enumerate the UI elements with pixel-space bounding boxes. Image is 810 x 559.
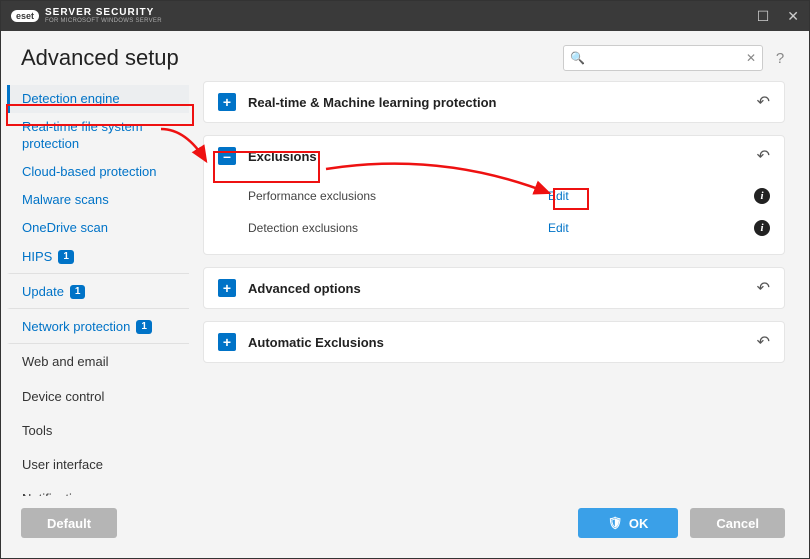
brand-line2: FOR MICROSOFT WINDOWS SERVER [45, 18, 162, 24]
sidebar-item-real-time-file-system-protection[interactable]: Real-time file system protection [7, 113, 189, 158]
panel-title: Real-time & Machine learning protection [248, 95, 745, 110]
sidebar-item-label: Tools [22, 423, 52, 439]
sidebar-item-update[interactable]: Update 1 [7, 273, 189, 306]
sidebar-item-cloud-based-protection[interactable]: Cloud-based protection [7, 158, 189, 186]
search-icon: 🔍 [570, 51, 585, 65]
sidebar: Detection engine Real-time file system pr… [7, 81, 189, 496]
info-icon[interactable]: i [754, 220, 770, 236]
sidebar-item-label: OneDrive scan [22, 220, 108, 236]
eset-badge: eset [11, 10, 39, 22]
panels-area: + Real-time & Machine learning protection… [203, 81, 789, 496]
sidebar-item-label: Malware scans [22, 192, 109, 208]
search-box[interactable]: 🔍 ✕ [563, 45, 763, 71]
sidebar-item-tools[interactable]: Tools [7, 414, 189, 448]
sidebar-item-label: Cloud-based protection [22, 164, 156, 180]
panel-header-exclusions[interactable]: –Exclusions ↶ [204, 136, 784, 176]
expand-icon[interactable]: + [218, 333, 236, 351]
panel-exclusions: –Exclusions↶Performance exclusionsEditiD… [203, 135, 785, 255]
sidebar-item-hips[interactable]: HIPS 1 [7, 243, 189, 271]
undo-icon[interactable]: ↶ [757, 146, 770, 166]
panel-advanced: + Advanced options ↶ [203, 267, 785, 309]
sidebar-item-web-and-email[interactable]: Web and email [7, 343, 189, 379]
sidebar-item-network-protection[interactable]: Network protection 1 [7, 308, 189, 341]
edit-link[interactable]: Edit [548, 189, 569, 203]
sidebar-item-device-control[interactable]: Device control [7, 380, 189, 414]
sidebar-item-malware-scans[interactable]: Malware scans [7, 186, 189, 214]
undo-icon[interactable]: ↶ [757, 332, 770, 352]
setting-row: Performance exclusionsEdit i [248, 180, 770, 212]
sidebar-item-label: Device control [22, 389, 104, 405]
sidebar-item-label: User interface [22, 457, 103, 473]
sidebar-badge: 1 [70, 285, 86, 299]
sidebar-item-detection-engine[interactable]: Detection engine [7, 85, 189, 113]
setting-label: Detection exclusions [248, 221, 548, 235]
sidebar-item-label: Real-time file system protection [22, 119, 181, 152]
titlebar: eset SERVER SECURITY FOR MICROSOFT WINDO… [1, 1, 809, 31]
page-title: Advanced setup [21, 45, 179, 71]
ok-label: OK [629, 516, 649, 531]
sidebar-badge: 1 [136, 320, 152, 334]
sidebar-badge: 1 [58, 250, 74, 264]
sidebar-item-label: Network protection [22, 319, 130, 335]
window-maximize-icon[interactable]: ☐ [757, 8, 770, 25]
panel-title: Automatic Exclusions [248, 335, 745, 350]
default-button[interactable]: Default [21, 508, 117, 538]
expand-icon[interactable]: + [218, 279, 236, 297]
info-icon[interactable]: i [754, 188, 770, 204]
sidebar-item-notifications[interactable]: Notifications [7, 482, 189, 496]
brand-logo: eset SERVER SECURITY FOR MICROSOFT WINDO… [11, 8, 162, 24]
window-close-icon[interactable]: ✕ [787, 8, 799, 25]
help-icon[interactable]: ? [771, 50, 789, 67]
sidebar-item-label: Web and email [22, 354, 108, 370]
ok-button[interactable]: 🛡 OK [578, 508, 679, 538]
undo-icon[interactable]: ↶ [757, 92, 770, 112]
clear-search-icon[interactable]: ✕ [746, 51, 756, 65]
expand-icon[interactable]: + [218, 93, 236, 111]
sidebar-item-label: HIPS [22, 249, 52, 265]
setting-label: Performance exclusions [248, 189, 548, 203]
edit-link[interactable]: Edit [548, 221, 569, 235]
panel-body-exclusions: Performance exclusionsEditiDetection exc… [204, 176, 784, 254]
panel-header-auto_excl[interactable]: + Automatic Exclusions ↶ [204, 322, 784, 362]
sidebar-item-user-interface[interactable]: User interface [7, 448, 189, 482]
panel-header-advanced[interactable]: + Advanced options ↶ [204, 268, 784, 308]
sidebar-item-label: Detection engine [22, 91, 120, 107]
setting-row: Detection exclusionsEdit i [248, 212, 770, 244]
collapse-icon[interactable]: – [218, 147, 236, 165]
shield-icon: 🛡 [608, 516, 623, 530]
panel-realtime_ml: + Real-time & Machine learning protection… [203, 81, 785, 123]
sidebar-item-onedrive-scan[interactable]: OneDrive scan [7, 214, 189, 242]
panel-title: Advanced options [248, 281, 745, 296]
cancel-button[interactable]: Cancel [690, 508, 785, 538]
panel-auto_excl: + Automatic Exclusions ↶ [203, 321, 785, 363]
brand-line1: SERVER SECURITY [45, 8, 162, 18]
sidebar-item-label: Update [22, 284, 64, 300]
panel-header-realtime_ml[interactable]: + Real-time & Machine learning protection… [204, 82, 784, 122]
panel-title: Exclusions [248, 149, 745, 164]
search-input[interactable] [585, 51, 746, 65]
undo-icon[interactable]: ↶ [757, 278, 770, 298]
